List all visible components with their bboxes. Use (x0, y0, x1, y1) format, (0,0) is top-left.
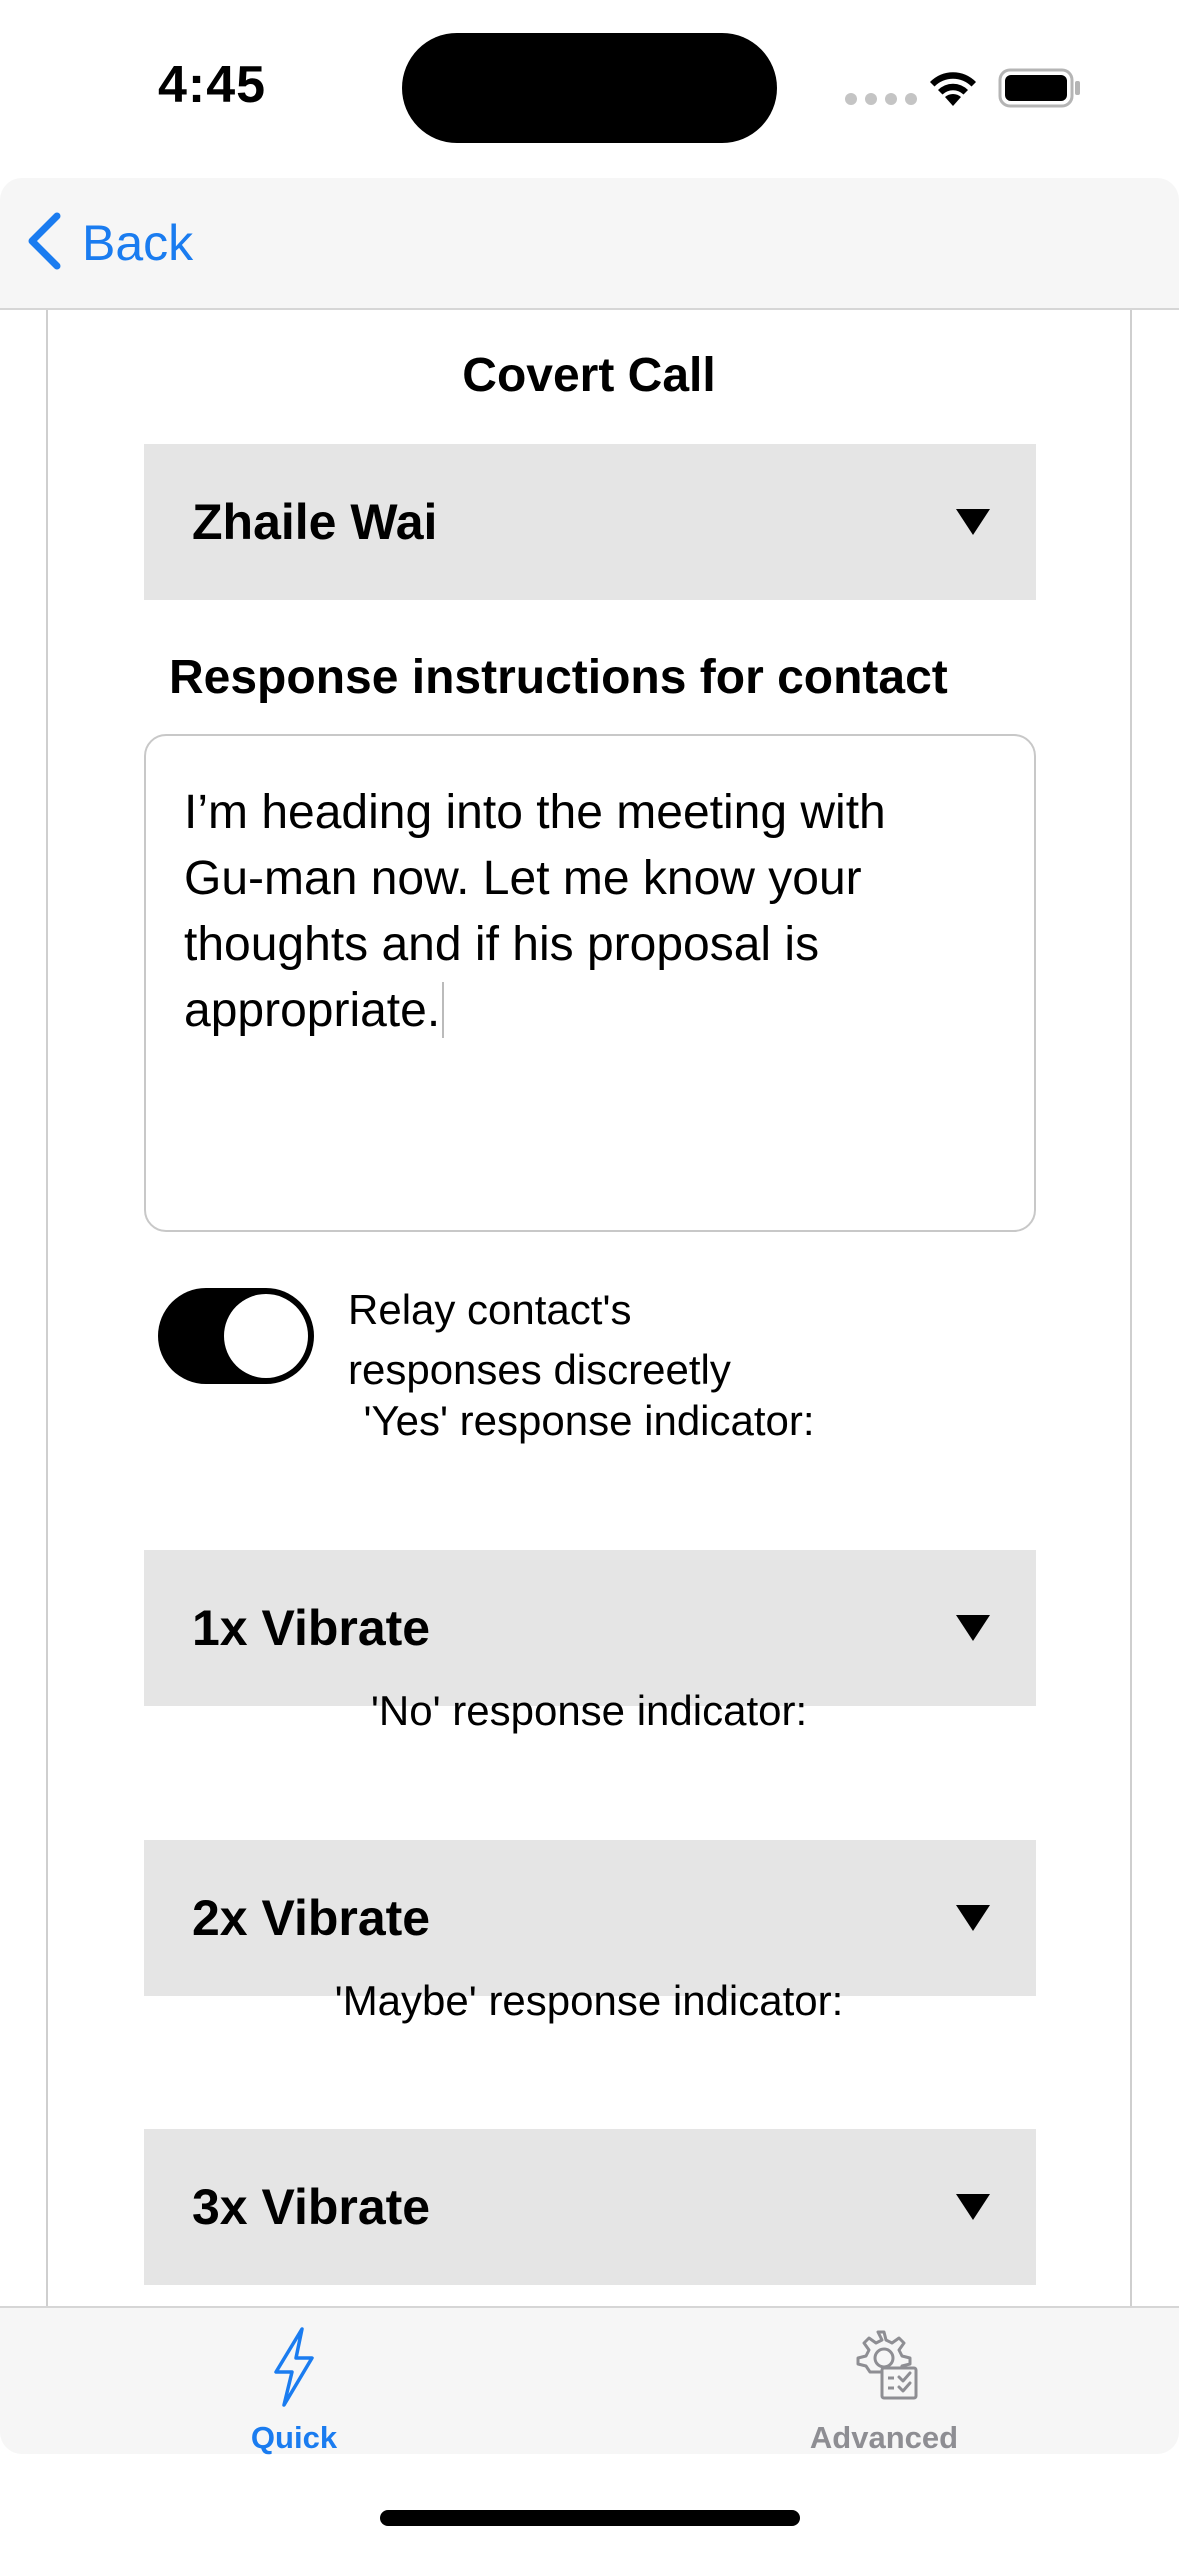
contact-dropdown[interactable]: Zhaile Wai (144, 444, 1036, 600)
response-instructions-label: Response instructions for contact (169, 651, 948, 704)
tab-quick[interactable]: Quick (144, 2308, 444, 2456)
relay-label-line: responses discreetly (348, 1346, 731, 1393)
navigation-bar: Back (0, 178, 1179, 310)
back-button[interactable]: Back (26, 208, 193, 278)
covert-call-form: Covert Call Zhaile Wai Response instruct… (46, 310, 1132, 2308)
battery-icon (998, 68, 1082, 113)
contact-dropdown-value: Zhaile Wai (192, 494, 438, 550)
caret-down-icon (956, 1905, 990, 1931)
instructions-line: thoughts and if his proposal is (184, 918, 820, 971)
no-indicator-label: 'No' response indicator: (370, 1687, 808, 1734)
relay-responses-label: Relay contact's responses discreetly (348, 1280, 868, 1400)
text-cursor (442, 982, 445, 1038)
status-time: 4:45 (158, 56, 267, 114)
tab-label: Advanced (809, 2420, 959, 2455)
status-bar: 4:45 (0, 0, 1179, 175)
caret-down-icon (956, 509, 990, 535)
page-title: Covert Call (462, 349, 716, 402)
no-indicator-dropdown[interactable]: 2x Vibrate (144, 1840, 1036, 1996)
cellular-icon (845, 93, 917, 105)
maybe-indicator-value: 3x Vibrate (192, 2179, 431, 2235)
no-indicator-value: 2x Vibrate (192, 1890, 431, 1946)
caret-down-icon (956, 2194, 990, 2220)
home-indicator[interactable] (380, 2510, 800, 2526)
maybe-indicator-dropdown[interactable]: 3x Vibrate (144, 2129, 1036, 2285)
tab-label: Quick (250, 2420, 338, 2455)
chevron-left-icon (26, 212, 62, 275)
response-instructions-input[interactable]: I’m heading into the meeting with Gu-man… (144, 734, 1036, 1232)
yes-indicator-dropdown[interactable]: 1x Vibrate (144, 1550, 1036, 1706)
yes-indicator-value: 1x Vibrate (192, 1600, 431, 1656)
relay-label-line: Relay contact's (348, 1286, 632, 1333)
relay-responses-toggle[interactable] (158, 1288, 314, 1384)
dynamic-island (402, 33, 777, 143)
wifi-icon (925, 66, 981, 113)
back-label: Back (82, 215, 194, 271)
maybe-indicator-label: 'Maybe' response indicator: (334, 1977, 844, 2024)
tab-advanced[interactable]: Advanced (734, 2308, 1034, 2456)
caret-down-icon (956, 1615, 990, 1641)
instructions-line: Gu-man now. Let me know your (184, 852, 862, 905)
gear-checklist-icon (844, 2326, 924, 2411)
lightning-icon (270, 2326, 318, 2413)
instructions-line: appropriate. (184, 984, 441, 1037)
toggle-knob (224, 1294, 308, 1378)
yes-indicator-label: 'Yes' response indicator: (363, 1397, 815, 1444)
instructions-line: I’m heading into the meeting with (184, 786, 886, 839)
tab-bar: Quick Advanced (0, 2306, 1179, 2456)
